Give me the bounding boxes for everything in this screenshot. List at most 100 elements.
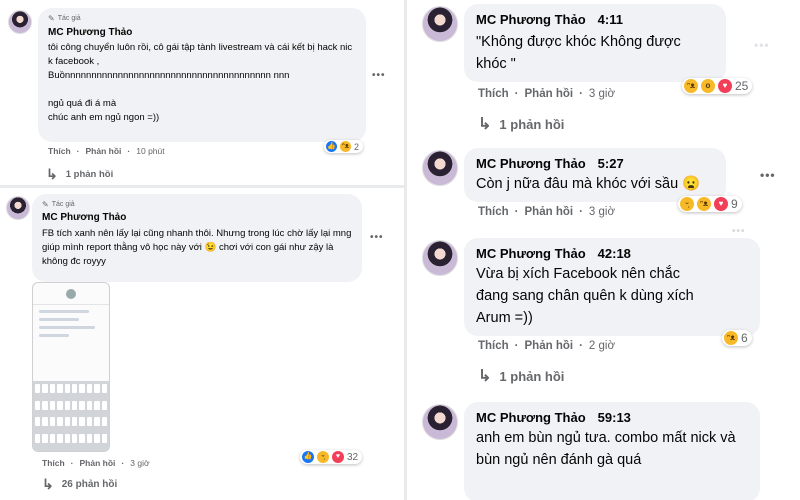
screenshot-keyboard: [33, 381, 109, 451]
reaction-count: 9: [731, 197, 738, 211]
reaction-summary[interactable]: ᵔᴥ 6: [722, 330, 752, 346]
avatar[interactable]: [422, 150, 458, 186]
like-reaction-icon: 👍: [302, 451, 314, 463]
reply-button[interactable]: Phản hồi: [525, 340, 574, 352]
comment-header: MC Phương Thảo 59:13: [476, 410, 748, 425]
comment-time[interactable]: 3 giờ: [589, 206, 615, 218]
reply-button[interactable]: Phản hồi: [86, 146, 122, 156]
video-timestamp[interactable]: 59:13: [598, 410, 631, 425]
reaction-summary[interactable]: 👍 ᵕ̣ ♥ 32: [300, 450, 363, 464]
reaction-count: 25: [735, 79, 749, 93]
comment-header: MC Phương Thảo 4:11: [476, 12, 714, 27]
avatar[interactable]: [6, 196, 30, 220]
haha-reaction-icon: ᵔᴥ: [697, 197, 711, 211]
pen-icon: ✎: [42, 200, 49, 209]
comment-author[interactable]: MC Phương Thảo: [42, 212, 352, 223]
comment-text: Còn j nữa đâu mà khóc với sầu 😦: [476, 176, 701, 192]
reaction-count: 6: [741, 331, 748, 345]
reply-arrow-icon: ↳: [478, 116, 492, 133]
video-timestamp[interactable]: 42:18: [598, 246, 631, 261]
left-bottom-panel: ✎ Tác giả MC Phương Thảo FB tích xanh nê…: [0, 188, 400, 500]
sad-reaction-icon: ᵕ̣: [680, 197, 694, 211]
love-reaction-icon: ♥: [332, 451, 344, 463]
reaction-summary[interactable]: ᵔᴥ o ♥ 25: [682, 78, 753, 94]
reply-button[interactable]: Phản hồi: [525, 88, 574, 100]
avatar[interactable]: [422, 240, 458, 276]
replies-label: 1 phản hồi: [65, 169, 114, 180]
author-badge-label: Tác giả: [51, 201, 75, 208]
comment-bubble: MC Phương Thảo 5:27 Còn j nữa đâu mà khó…: [464, 148, 726, 202]
comment-time[interactable]: 2 giờ: [589, 340, 615, 352]
comment-text: tôi công chuyển luôn rồi, cô gái tập tàn…: [48, 42, 353, 123]
like-reaction-icon: 👍: [326, 141, 337, 152]
video-timestamp[interactable]: 4:11: [598, 12, 623, 27]
comment-header: MC Phương Thảo 42:18: [476, 246, 748, 261]
reply-button[interactable]: Phản hồi: [525, 206, 574, 218]
haha-reaction-icon: ᵔᴥ: [684, 79, 698, 93]
comment-bubble: MC Phương Thảo 4:11 "Không được khóc Khô…: [464, 4, 726, 82]
author-badge: ✎ Tác giả: [42, 200, 352, 209]
love-reaction-icon: ♥: [718, 79, 732, 93]
view-replies-link[interactable]: ↳ 26 phản hồi: [42, 476, 117, 493]
reply-arrow-icon: ↳: [478, 368, 492, 385]
comment-actions: Thích · Phản hồi · 10 phút: [48, 146, 165, 156]
comment-actions: Thích · Phản hồi · 3 giờ: [42, 458, 150, 468]
author-badge-label: Tác giả: [57, 15, 81, 22]
more-options-icon[interactable]: •••: [732, 226, 746, 237]
screenshot-header: [33, 283, 109, 305]
comment-author[interactable]: MC Phương Thảo: [476, 156, 586, 171]
comment-author[interactable]: MC Phương Thảo: [476, 410, 586, 425]
avatar[interactable]: [422, 6, 458, 42]
sad-reaction-icon: ᵕ̣: [317, 451, 329, 463]
reaction-summary[interactable]: 👍 ᵔᴥ 2: [324, 140, 364, 153]
screenshot-avatar: [66, 288, 76, 299]
comment-time[interactable]: 10 phút: [136, 146, 164, 156]
replies-label: 1 phản hồi: [499, 116, 565, 132]
reaction-count: 2: [354, 141, 360, 152]
attached-screenshot-image[interactable]: [32, 282, 110, 452]
comment-author[interactable]: MC Phương Thảo: [48, 27, 356, 38]
author-badge: ✎ Tác giả: [48, 14, 356, 23]
pen-icon: ✎: [48, 14, 55, 23]
comment-time[interactable]: 3 giờ: [589, 88, 615, 100]
reaction-summary[interactable]: ᵕ̣ ᵔᴥ ♥ 9: [678, 196, 742, 212]
comment-author[interactable]: MC Phương Thảo: [476, 12, 586, 27]
screenshot-line: [39, 310, 89, 313]
comment-bubble: MC Phương Thảo 42:18 Vừa bị xích Faceboo…: [464, 238, 760, 336]
reply-button[interactable]: Phản hồi: [80, 458, 116, 468]
view-replies-link[interactable]: ↳ 1 phản hồi: [46, 166, 113, 183]
view-replies-link[interactable]: ↳ 1 phản hồi: [478, 366, 564, 386]
comment-actions: Thích · Phản hồi · 2 giờ: [478, 340, 616, 352]
more-options-icon[interactable]: •••: [372, 70, 386, 81]
comment-header: MC Phương Thảo 5:27: [476, 156, 714, 171]
more-options-icon[interactable]: •••: [754, 38, 770, 52]
haha-reaction-icon: ᵔᴥ: [340, 141, 351, 152]
like-button[interactable]: Thích: [48, 146, 71, 156]
comment-time[interactable]: 3 giờ: [130, 458, 149, 468]
like-button[interactable]: Thích: [478, 206, 509, 218]
video-timestamp[interactable]: 5:27: [598, 156, 624, 171]
replies-label: 1 phản hồi: [499, 368, 565, 384]
view-replies-link[interactable]: ↳ 1 phản hồi: [478, 114, 564, 134]
comment-bubble: ✎ Tác giả MC Phương Thảo FB tích xanh nê…: [32, 194, 362, 282]
avatar[interactable]: [8, 10, 32, 34]
like-button[interactable]: Thích: [42, 458, 65, 468]
reaction-count: 32: [347, 451, 359, 463]
comment-author[interactable]: MC Phương Thảo: [476, 246, 586, 261]
more-options-icon[interactable]: •••: [760, 168, 776, 182]
comment-actions: Thích · Phản hồi · 3 giờ: [478, 88, 616, 100]
comment-text: anh em bùn ngủ tưa. combo mất nick và bù…: [476, 430, 736, 468]
comment-text: "Không được khóc Không được khóc ": [476, 34, 681, 72]
haha-reaction-icon: ᵔᴥ: [724, 331, 738, 345]
like-button[interactable]: Thích: [478, 88, 509, 100]
wow-reaction-icon: o: [701, 79, 715, 93]
comment-bubble: ✎ Tác giả MC Phương Thảo tôi công chuyển…: [38, 8, 366, 142]
screenshot-line: [39, 326, 95, 329]
reply-arrow-icon: ↳: [46, 166, 58, 182]
avatar[interactable]: [422, 404, 458, 440]
screenshot-line: [39, 318, 79, 321]
more-options-icon[interactable]: •••: [370, 232, 384, 243]
comment-text: FB tích xanh nên lấy lại cũng nhanh thôi…: [42, 228, 352, 267]
like-button[interactable]: Thích: [478, 340, 509, 352]
comment-actions: Thích · Phản hồi · 3 giờ: [478, 206, 616, 218]
